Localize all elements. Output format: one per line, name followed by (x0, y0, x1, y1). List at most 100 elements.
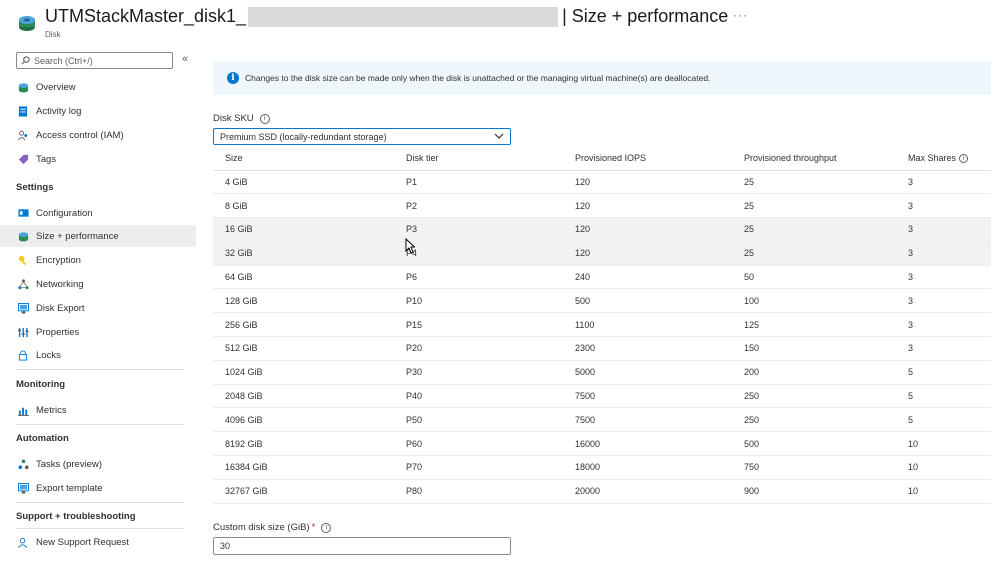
search-icon (21, 56, 30, 65)
disk-icon (17, 81, 29, 93)
info-circle-icon[interactable]: i (259, 113, 270, 124)
info-text: Changes to the disk size can be made onl… (245, 73, 711, 83)
chevron-down-icon (494, 133, 504, 139)
table-row[interactable]: 16 GiB P3 120 25 3 (213, 217, 991, 242)
table-row[interactable]: 8 GiB P2 120 25 3 (213, 193, 991, 219)
table-row[interactable]: 1024 GiB P30 5000 200 5 (213, 360, 991, 385)
sidebar-item-activity-log[interactable]: Activity log (0, 100, 196, 122)
disk-icon (17, 230, 29, 242)
table-row[interactable]: 256 GiB P15 1100 125 3 (213, 312, 991, 338)
cell-size: 4 GiB (213, 170, 394, 195)
sidebar-item-label: Overview (36, 81, 76, 93)
sidebar-item-label: Metrics (36, 404, 67, 416)
disk-sku-label-text: Disk SKU (213, 113, 254, 124)
table-row[interactable]: 32767 GiB P80 20000 900 10 (213, 479, 991, 504)
column-header-max-shares[interactable]: Max Shares i (896, 147, 991, 171)
activity-log-icon (17, 105, 29, 117)
table-row[interactable]: 32 GiBP4120253 (213, 241, 991, 266)
sidebar-item-size-performance[interactable]: Size + performance (0, 225, 196, 247)
cell-size: 8 GiB (213, 193, 394, 219)
cell-iops: 7500 (563, 384, 732, 409)
table-row[interactable]: 2048 GiB P40 7500 250 5 (213, 384, 991, 409)
lock-icon (17, 349, 29, 361)
table-row[interactable]: 4 GiB P1 120 25 3 (213, 170, 991, 195)
sidebar-item-encryption[interactable]: Encryption (0, 249, 196, 271)
sidebar-item-metrics[interactable]: Metrics (0, 399, 196, 421)
main-content: i Changes to the disk size can be made o… (213, 44, 991, 573)
custom-disk-size-input[interactable]: 30 (213, 537, 511, 555)
column-header-throughput[interactable]: Provisioned throughput (732, 147, 896, 171)
table-row[interactable]: 512 GiB P20 2300 150 3 (213, 336, 991, 361)
network-icon (17, 278, 29, 290)
column-header-iops[interactable]: Provisioned IOPS (563, 147, 732, 171)
page-title: UTMStackMaster_disk1_ | Size + performan… (45, 6, 728, 27)
cell-disk-tier: P2 (394, 193, 563, 219)
cell-max-shares: 3 (896, 217, 991, 242)
sidebar-item-new-support-request[interactable]: New Support Request (0, 531, 196, 553)
table-row[interactable]: 64 GiB P6 240 50 3 (213, 265, 991, 290)
cell-iops: 120 (563, 241, 732, 266)
info-circle-icon[interactable]: i (321, 522, 332, 533)
sidebar-item-tasks[interactable]: Tasks (preview) (0, 453, 196, 475)
section-support: Support + troubleshooting (16, 511, 136, 522)
cell-max-shares: 3 (896, 312, 991, 338)
sidebar-item-disk-export[interactable]: Disk Export (0, 297, 196, 319)
cell-throughput: 150 (732, 336, 896, 361)
key-icon (17, 254, 29, 266)
cell-disk-tier: P80 (394, 479, 563, 504)
info-circle-icon[interactable]: i (959, 154, 969, 164)
template-icon (17, 482, 29, 494)
support-icon (17, 536, 29, 548)
cell-throughput: 500 (732, 431, 896, 457)
collapse-sidebar-button[interactable]: « (182, 53, 188, 65)
table-row[interactable]: 4096 GiB P50 7500 250 5 (213, 407, 991, 433)
cell-max-shares: 5 (896, 360, 991, 385)
sidebar-item-access-control[interactable]: Access control (IAM) (0, 124, 196, 146)
sidebar-item-label: Locks (36, 349, 61, 361)
search-placeholder: Search (Ctrl+/) (34, 55, 93, 66)
cell-throughput: 750 (732, 455, 896, 480)
sidebar-item-locks[interactable]: Locks (0, 344, 196, 366)
sidebar-item-label: New Support Request (36, 536, 129, 548)
section-divider (16, 369, 184, 370)
cell-size: 64 GiB (213, 265, 394, 290)
table-row[interactable]: 8192 GiB P60 16000 500 10 (213, 431, 991, 457)
cell-max-shares: 3 (896, 336, 991, 361)
sidebar-item-label: Tasks (preview) (36, 458, 102, 470)
sidebar-item-tags[interactable]: Tags (0, 148, 196, 170)
more-options-button[interactable]: ··· (733, 8, 748, 22)
tasks-icon (17, 458, 29, 470)
cell-max-shares: 5 (896, 407, 991, 433)
sidebar-item-export-template[interactable]: Export template (0, 477, 196, 499)
sidebar-item-overview[interactable]: Overview (0, 76, 196, 98)
sidebar-item-label: Encryption (36, 254, 81, 266)
column-header-max-shares-label: Max Shares (908, 153, 957, 164)
cell-iops: 1100 (563, 312, 732, 338)
section-divider (16, 528, 184, 529)
search-input[interactable]: Search (Ctrl+/) (16, 52, 173, 69)
cell-max-shares: 3 (896, 170, 991, 195)
sidebar-item-networking[interactable]: Networking (0, 273, 196, 295)
table-row[interactable]: 16384 GiB P70 18000 750 10 (213, 455, 991, 480)
table-row[interactable]: 128 GiB P10 500 100 3 (213, 288, 991, 314)
section-monitoring: Monitoring (16, 379, 66, 390)
sidebar-item-configuration[interactable]: Configuration (0, 202, 196, 224)
disk-sku-dropdown[interactable]: Premium SSD (locally-redundant storage) (213, 128, 511, 145)
cell-disk-tier: P20 (394, 336, 563, 361)
sidebar-item-label: Tags (36, 153, 57, 165)
cell-disk-tier: P60 (394, 431, 563, 457)
column-header-size[interactable]: Size (213, 147, 394, 171)
properties-icon (17, 326, 29, 338)
sidebar-item-label: Disk Export (36, 302, 85, 314)
cell-iops: 120 (563, 193, 732, 219)
cell-throughput: 250 (732, 384, 896, 409)
column-header-disk-tier[interactable]: Disk tier (394, 147, 563, 171)
cell-iops: 120 (563, 217, 732, 242)
custom-disk-size-label: Custom disk size (GiB) * i (213, 522, 332, 533)
redacted-text (248, 6, 559, 27)
cell-max-shares: 5 (896, 384, 991, 409)
cell-disk-tier: P10 (394, 288, 563, 314)
configuration-icon (17, 207, 29, 219)
sidebar-item-properties[interactable]: Properties (0, 321, 196, 343)
cell-size: 128 GiB (213, 288, 394, 314)
